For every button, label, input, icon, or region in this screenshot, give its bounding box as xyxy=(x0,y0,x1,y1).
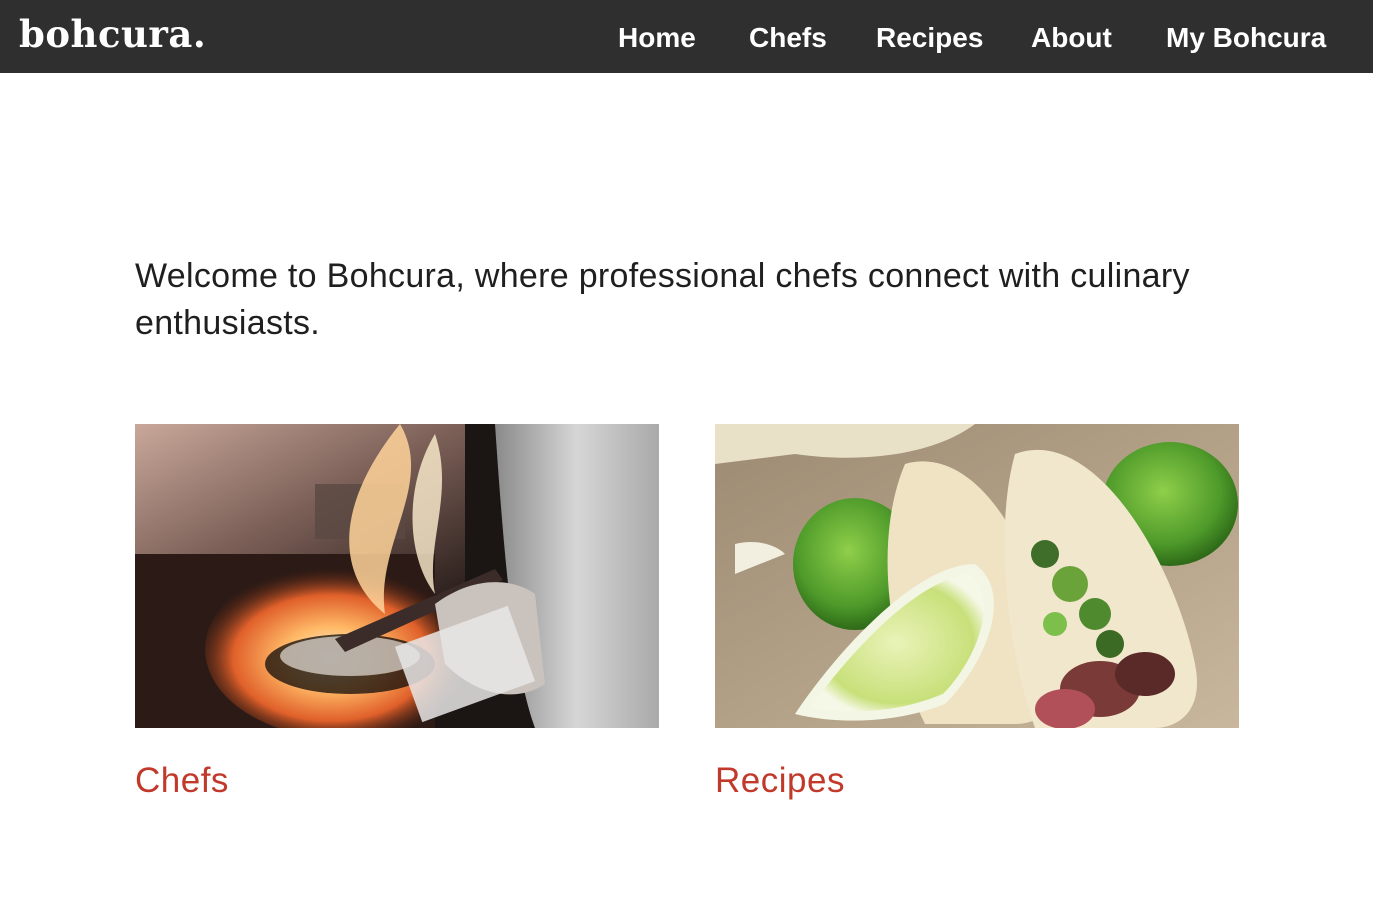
top-nav-bar: bohcura. Home Chefs Recipes About My Boh… xyxy=(0,0,1373,73)
nav-chefs[interactable]: Chefs xyxy=(749,20,827,56)
chefs-card-title[interactable]: Chefs xyxy=(135,761,659,801)
site-logo[interactable]: bohcura. xyxy=(19,12,206,56)
chefs-image[interactable] xyxy=(135,424,659,728)
nav-recipes[interactable]: Recipes xyxy=(876,20,983,56)
chefs-card: Chefs xyxy=(135,424,659,801)
recipes-card-title[interactable]: Recipes xyxy=(715,761,1239,801)
recipes-card: Recipes xyxy=(715,424,1239,801)
nav-my-bohcura[interactable]: My Bohcura xyxy=(1166,20,1326,56)
nav-about[interactable]: About xyxy=(1031,20,1112,56)
welcome-text: Welcome to Bohcura, where professional c… xyxy=(135,257,1190,342)
nav-home[interactable]: Home xyxy=(618,20,696,56)
recipes-image[interactable] xyxy=(715,424,1239,728)
